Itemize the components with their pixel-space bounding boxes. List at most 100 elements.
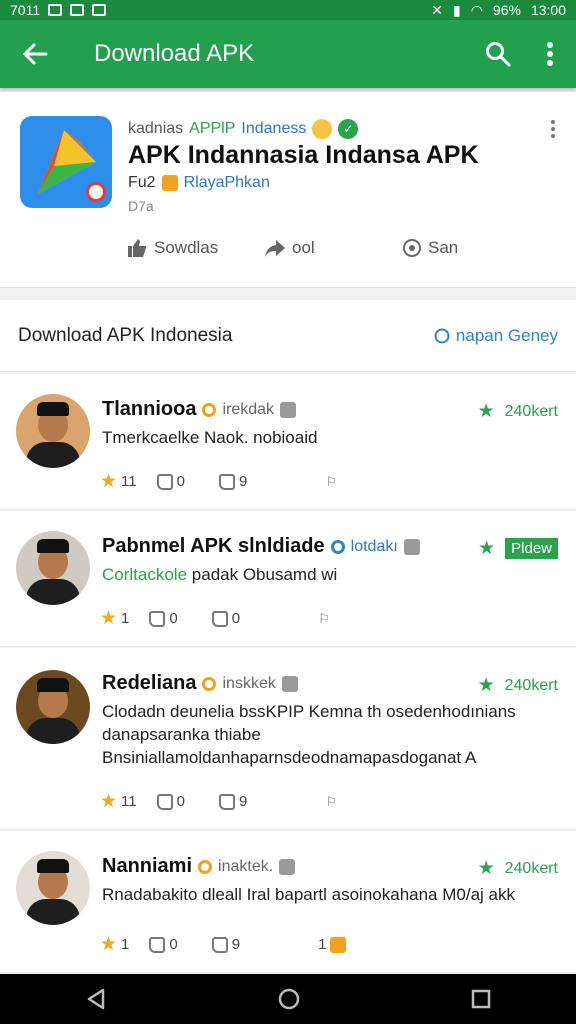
review-text: Clodadn deunelia bssKPIP Kemna th oseden… xyxy=(102,702,516,767)
developer-name[interactable]: Indaness xyxy=(241,120,306,138)
app-badge-icon xyxy=(86,182,106,202)
dislike-count: 9 xyxy=(238,473,248,490)
more-vertical-icon xyxy=(547,42,553,66)
review-text-block: Tmerkcaelke Naok. nobioaid xyxy=(102,426,562,449)
review-footer: ★ 1 0 0 ⚐ xyxy=(100,607,350,630)
reviewer-avatar[interactable] xyxy=(16,394,90,468)
device-icon xyxy=(281,675,298,692)
nav-home-icon[interactable] xyxy=(277,987,301,1011)
avatar-cap-shape xyxy=(37,859,69,873)
device-icon xyxy=(279,858,296,875)
arrow-left-icon xyxy=(22,43,48,65)
review-score-line: ★ Pldew xyxy=(478,537,558,560)
overflow-menu-button[interactable] xyxy=(524,20,576,88)
reviewer-badge-icon xyxy=(202,676,217,691)
rating-value: 11 xyxy=(121,793,137,810)
star-icon: ★ xyxy=(100,471,118,492)
dislike-button[interactable]: 9 xyxy=(218,793,248,810)
dislike-count: 9 xyxy=(238,793,248,810)
card-more-button[interactable] xyxy=(548,120,558,138)
reviewer-avatar[interactable] xyxy=(16,851,90,925)
star-icon: ★ xyxy=(100,934,118,955)
avatar-cap-shape xyxy=(37,539,69,553)
developer-brand: APPlP xyxy=(189,120,236,137)
review-report-button[interactable]: ⚐ xyxy=(325,474,337,490)
app-subtitle-link[interactable]: RlayaPhkan xyxy=(184,174,270,192)
app-icon[interactable] xyxy=(20,116,112,208)
reviewer-avatar[interactable] xyxy=(16,531,90,605)
rating-display: ★ 11 xyxy=(100,470,137,493)
reviewer-name[interactable]: Pabnmel APK slnldiade xyxy=(102,535,325,558)
device-icon xyxy=(280,401,297,418)
save-action-button[interactable]: San xyxy=(402,238,540,258)
star-icon: ★ xyxy=(100,791,118,812)
review-footer: ★ 11 0 9 ⚐ xyxy=(100,470,357,493)
download-action-button[interactable]: Sowdlas xyxy=(126,238,264,258)
rating-value: 1 xyxy=(121,936,130,953)
review-item[interactable]: Redeliana inskkek ★ 240kert Clodadn deun… xyxy=(0,648,576,830)
dislike-count: 9 xyxy=(231,936,241,953)
save-icon xyxy=(403,239,421,257)
star-icon: ★ xyxy=(100,608,118,629)
dislike-count: 0 xyxy=(231,610,241,627)
reviewer-name-line: Tlanniooa irekdak xyxy=(102,398,297,421)
save-action-label: San xyxy=(428,238,459,257)
share-action-button[interactable]: ool xyxy=(264,238,402,258)
dislike-button[interactable]: 0 xyxy=(211,610,241,627)
dislike-button[interactable]: 9 xyxy=(218,473,248,490)
reviewer-name-line: Nanniami inaktek. xyxy=(102,855,296,878)
star-icon: ★ xyxy=(477,675,495,696)
reviewer-tag: irekdak xyxy=(222,400,275,418)
nav-back-icon[interactable] xyxy=(84,987,108,1011)
like-count: 0 xyxy=(176,793,185,810)
review-score: 240kert xyxy=(504,859,558,877)
more-dot-icon xyxy=(551,120,555,124)
app-card: kadnias APPlP Indaness ✓ APK Indannasia … xyxy=(0,92,576,288)
back-button[interactable] xyxy=(0,20,70,88)
thumbs-up-icon xyxy=(156,793,173,810)
avatar-cap-shape xyxy=(37,678,69,692)
thumbs-up-icon xyxy=(156,473,173,490)
dislike-button[interactable]: 9 xyxy=(211,936,241,953)
reviewer-name-line: Pabnmel APK slnldiade lotdakı xyxy=(102,535,420,558)
search-icon xyxy=(486,42,511,67)
like-button[interactable]: 0 xyxy=(149,610,178,627)
review-report-button[interactable]: ⚐ xyxy=(318,611,330,627)
reviewer-name[interactable]: Nanniami xyxy=(102,855,192,878)
review-score-badge: Pldew xyxy=(505,538,558,559)
reviewer-avatar[interactable] xyxy=(16,670,90,744)
search-button[interactable] xyxy=(472,20,524,88)
like-button[interactable]: 0 xyxy=(156,793,185,810)
review-item[interactable]: Pabnmel APK slnldiade lotdakı ★ Pldew Co… xyxy=(0,511,576,647)
reviewer-name[interactable]: Redeliana xyxy=(102,672,196,695)
review-item[interactable]: Tlanniooa irekdak ★ 240kert Tmerkcaelke … xyxy=(0,374,576,510)
reviewer-name-line: Redeliana inskkek xyxy=(102,672,298,695)
developer-line: kadnias APPlP Indaness ✓ xyxy=(128,119,359,139)
like-button[interactable]: 0 xyxy=(149,936,178,953)
app-notification-icon xyxy=(92,4,107,16)
section-link-label: napan Geney xyxy=(455,325,558,345)
nav-recents-icon[interactable] xyxy=(470,988,492,1010)
app-subtitle-prefix: Fu2 xyxy=(128,174,156,191)
rating-display: ★ 11 xyxy=(100,790,137,813)
review-highlight: Corltackole xyxy=(102,565,188,584)
verified-badge-icon: ✓ xyxy=(338,119,359,139)
avatar-cap-shape xyxy=(37,402,69,416)
category-icon xyxy=(161,175,178,191)
reviewer-name[interactable]: Tlanniooa xyxy=(102,398,196,421)
avatar-body-shape xyxy=(26,899,80,925)
like-button[interactable]: 0 xyxy=(156,473,185,490)
smile-emoji-icon xyxy=(312,119,333,139)
star-icon: ★ xyxy=(477,858,495,879)
star-icon: ★ xyxy=(477,401,495,422)
review-text: Rnadabakito dleall Iral bapartl asoinoka… xyxy=(102,885,515,904)
app-subtitle: Fu2 RlayaPhkan xyxy=(128,174,270,192)
device-icon xyxy=(403,538,420,555)
review-text-block: Rnadabakito dleall Iral bapartl asoinoka… xyxy=(102,883,562,906)
info-icon xyxy=(434,328,450,343)
review-report-button[interactable]: ⚐ xyxy=(325,794,337,810)
reviewer-tag: lotdakı xyxy=(350,537,398,555)
review-text: padak Obusamd wi xyxy=(191,565,338,584)
review-item[interactable]: Nanniami inaktek. ★ 240kert Rnadabakito … xyxy=(0,831,576,973)
section-link[interactable]: napan Geney xyxy=(434,326,558,346)
